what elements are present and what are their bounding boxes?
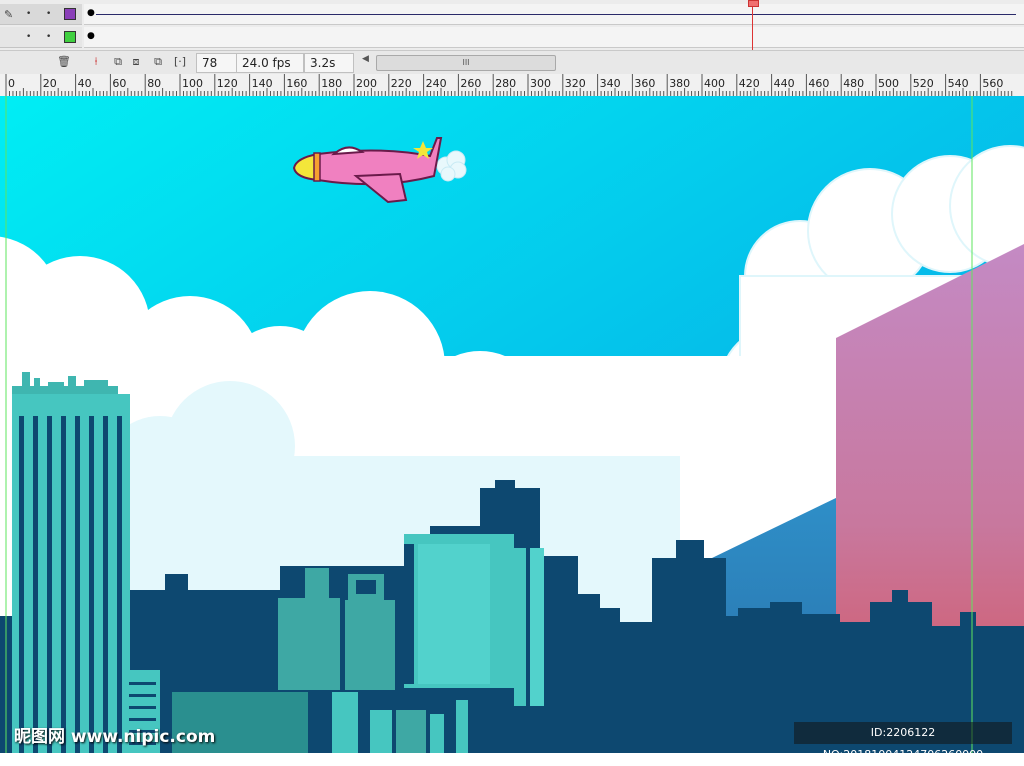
ruler-label: 20 [42,77,57,90]
ruler-label: 540 [947,77,969,90]
pencil-icon: ✎ [4,8,14,21]
ruler-label: 340 [599,77,621,90]
ruler-label: 380 [669,77,691,90]
playhead-line[interactable] [752,0,753,52]
ruler-label: 40 [77,77,92,90]
visibility-dot-icon[interactable]: • [26,9,31,19]
ruler-label: 140 [251,77,273,90]
ruler-label: 500 [878,77,899,90]
scene-artwork [0,96,1024,753]
ruler-label: 360 [634,77,656,90]
watermark-site-logo: 昵图网 www.nipic.com [14,727,216,747]
stage-canvas[interactable] [0,96,1024,753]
ruler-label: 260 [460,77,482,90]
ruler-label: 100 [182,77,203,90]
ruler-label: 480 [843,77,865,90]
ruler-label: 280 [495,77,517,90]
timeline-panel: ✎ • • ● • • ● 🗑 ⍿ ⧉ ⧈ ⧉ [·] 78 24.0 fps … [0,0,1024,75]
lock-dot-icon[interactable]: • [46,9,51,19]
visibility-dot-icon[interactable]: • [26,32,31,42]
timeline-scrollbar[interactable]: III [376,55,556,71]
horizontal-ruler: 0 20 40 60 80 100 120 140 160 180 200 220 240 260 280 3… [0,74,1024,97]
ruler-label: 400 [704,77,725,90]
ruler-label: 160 [286,77,308,90]
ruler-label: 460 [808,77,830,90]
ruler-label: 220 [390,77,412,90]
layer-row-1[interactable]: ✎ • • [0,4,82,25]
lock-dot-icon[interactable]: • [46,32,51,42]
frames-row-2[interactable]: ● [84,27,1024,48]
ruler-label: 80 [147,77,162,90]
current-frame-field[interactable]: 78 [196,53,238,73]
frame-rate-field[interactable]: 24.0 fps [236,53,304,73]
ruler-label: 180 [321,77,343,90]
watermark-image-id: ID:2206122 NO:20181004124706260000 [794,722,1012,761]
scroll-thumb-grip: III [462,58,470,67]
onion-skin-outlines-icon[interactable]: ⧈ [128,54,144,70]
modify-onion-markers-icon[interactable]: [·] [172,54,188,70]
edit-multiple-frames-icon[interactable]: ⧉ [150,54,166,70]
ruler-label: 520 [912,77,934,90]
frames-row-1[interactable]: ● [84,4,1024,25]
scroll-left-arrow-icon[interactable]: ◀ [362,54,369,64]
tween-line [96,14,1016,15]
onion-skin-icon[interactable]: ⧉ [110,54,126,70]
skyscraper-left [12,372,130,753]
ruler-label: 240 [425,77,447,90]
ruler-label: 60 [112,77,127,90]
ruler-label: 120 [216,77,238,90]
ruler-label: 320 [564,77,586,90]
ruler-label: 300 [530,77,551,90]
ruler-label: 200 [356,77,377,90]
center-frame-icon[interactable]: ⍿ [88,54,104,70]
ruler-label: 420 [738,77,760,90]
trash-icon[interactable]: 🗑 [56,54,72,70]
ruler-label: 0 [8,77,15,90]
ruler-label: 440 [773,77,795,90]
playhead-handle[interactable] [748,0,759,7]
layer-row-2[interactable]: • • [0,27,82,48]
keyframe-icon: ● [87,8,95,18]
ruler-label: 560 [982,77,1004,90]
elapsed-time-field: 3.2s [304,53,354,73]
layer-outline-color-swatch[interactable] [64,31,76,43]
layer-outline-color-swatch[interactable] [64,8,76,20]
keyframe-icon: ● [87,31,95,41]
timeline-controls: 🗑 ⍿ ⧉ ⧈ ⧉ [·] 78 24.0 fps 3.2s ◀ III [0,50,1024,74]
